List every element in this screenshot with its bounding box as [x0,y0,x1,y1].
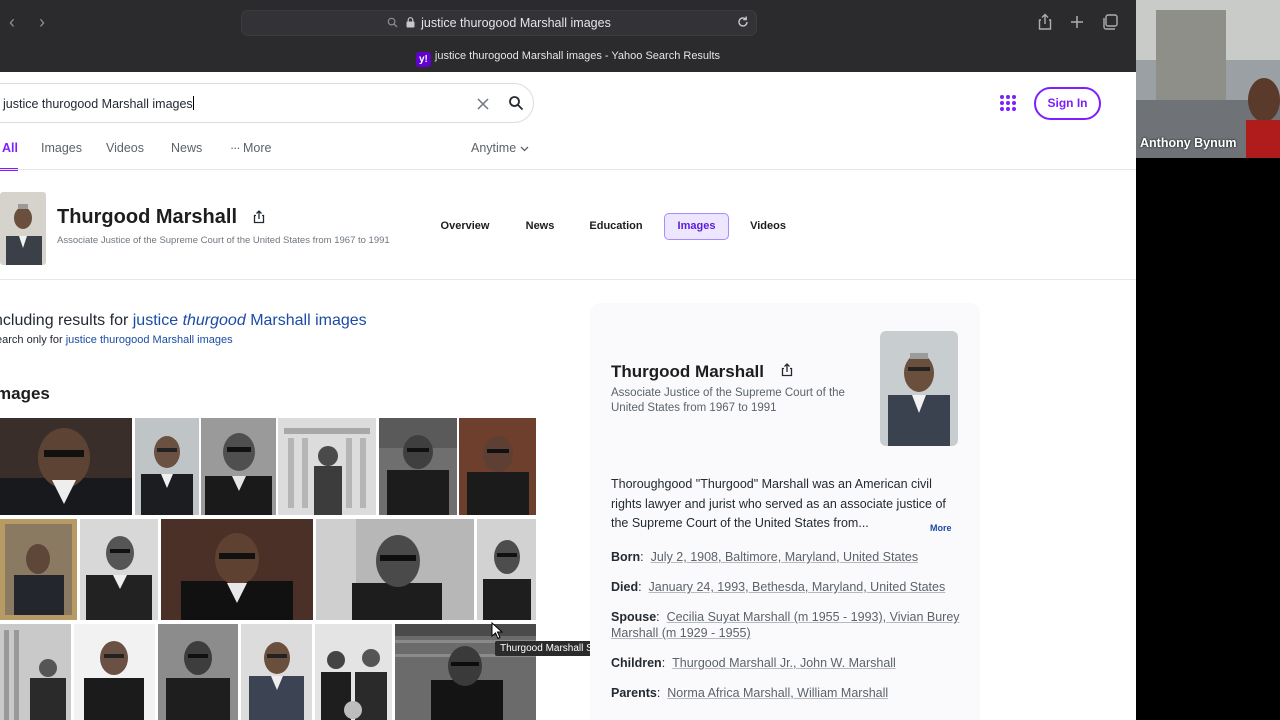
image-result[interactable] [316,519,474,620]
address-bar[interactable]: justice thurogood Marshall images [241,10,757,36]
spelling-correction: ncluding results for justice thurgood Ma… [0,312,367,330]
image-result[interactable] [0,519,77,620]
corrected-query-link[interactable]: justice thurgood Marshall images [133,312,367,329]
browser-toolbar: ‹ › justice thurogood Marshall images y!… [0,0,1136,72]
new-tab-icon[interactable] [1068,13,1086,31]
time-filter-label: Anytime [471,141,517,155]
image-result[interactable] [477,519,536,620]
image-result[interactable] [74,624,155,720]
mouse-cursor-icon [491,622,503,640]
more-dots-icon: ··· [230,141,240,155]
fact-label: Spouse [611,610,657,624]
image-result[interactable] [379,418,457,515]
fact-label: Parents [611,686,657,700]
participant-video [1136,0,1280,158]
image-result[interactable] [161,519,313,620]
search-icon [387,17,398,28]
search-input[interactable]: justice thurogood Marshall images [3,96,194,111]
reload-icon[interactable] [736,15,750,29]
fact-died: Died: January 24, 1993, Bethesda, Maryla… [611,580,946,594]
image-result[interactable] [315,624,392,720]
tab-more-label: More [242,141,272,155]
fact-label: Born [611,550,641,564]
image-result[interactable] [0,418,132,515]
tab-news[interactable]: News [171,141,202,155]
more-link[interactable]: More [930,523,952,533]
correction-prefix: ncluding results for [0,312,129,329]
tab-entity-news[interactable]: News [514,213,566,240]
fact-label: Died [611,580,639,594]
share-icon[interactable] [252,210,266,224]
tab-more[interactable]: ··· More [230,141,271,155]
original-query-link[interactable]: justice thurogood Marshall images [66,334,233,346]
divider [0,279,1136,280]
entity-thumbnail[interactable] [0,192,46,265]
text-caret [192,96,194,110]
search-query-text: justice thurogood Marshall images [3,97,193,111]
tab-entity-videos[interactable]: Videos [740,213,796,240]
panel-description: Thoroughgood "Thurgood" Marshall was an … [611,477,946,530]
tab-overview-icon[interactable] [1101,13,1119,31]
fact-spouse: Spouse: Cecilia Suyat Marshall (m 1955 -… [611,610,960,640]
image-result[interactable] [395,624,536,720]
share-icon[interactable] [780,363,794,377]
correction-word-corrected: thurgood [182,312,246,329]
tab-entity-images[interactable]: Images [664,213,729,240]
image-result[interactable] [278,418,376,515]
correction-word-b: Marshall images [250,312,367,329]
image-result[interactable] [241,624,312,720]
fact-value[interactable]: Thurgood Marshall Jr., John W. Marshall [672,656,896,670]
panel-subtitle: Associate Justice of the Supreme Court o… [611,387,845,414]
fact-born: Born: July 2, 1908, Baltimore, Maryland,… [611,550,919,564]
tab-overview[interactable]: Overview [430,213,500,240]
image-result[interactable] [158,624,238,720]
forward-icon[interactable]: › [32,12,52,32]
tab-title-text: justice thurogood Marshall images - Yaho… [434,50,721,62]
image-result[interactable] [0,624,71,720]
panel-title: Thurgood Marshall [611,362,764,381]
fact-value[interactable]: Cecilia Suyat Marshall (m 1955 - 1993), … [611,610,960,640]
image-result[interactable] [80,519,158,620]
participant-name: Anthony Bynum [1140,136,1237,150]
chevron-down-icon [520,146,529,152]
search-box[interactable]: justice thurogood Marshall images [0,83,534,123]
yahoo-favicon: y! [415,52,431,67]
correction-word-a: justice [132,312,179,329]
share-icon[interactable] [1036,13,1054,31]
apps-grid-icon[interactable] [1000,95,1016,111]
clear-icon[interactable] [475,96,491,112]
tab-all[interactable]: All [2,141,18,155]
back-icon[interactable]: ‹ [2,12,22,32]
image-result[interactable] [135,418,199,515]
search-icon[interactable] [508,95,524,111]
entity-title: Thurgood Marshall [57,206,237,228]
image-grid [0,418,536,720]
search-only-prefix: earch only for [0,334,63,346]
active-tab[interactable]: y! justice thurogood Marshall images - Ya… [0,50,1136,67]
search-only-for: earch only for justice thurogood Marshal… [0,334,233,346]
tab-education[interactable]: Education [580,213,652,240]
fact-value[interactable]: Norma Africa Marshall, William Marshall [667,686,888,700]
tab-images[interactable]: Images [41,141,82,155]
images-heading: mages [0,384,50,403]
fact-label: Children [611,656,662,670]
sign-in-button[interactable]: Sign In [1034,87,1101,120]
screen: ‹ › justice thurogood Marshall images y!… [0,0,1280,720]
search-results-page: justice thurogood Marshall images Sign I… [0,72,1136,720]
fact-parents: Parents: Norma Africa Marshall, William … [611,686,889,700]
image-result[interactable] [459,418,536,515]
time-filter-dropdown[interactable]: Anytime [471,141,529,155]
tab-videos[interactable]: Videos [106,141,144,155]
fact-value[interactable]: July 2, 1908, Baltimore, Maryland, Unite… [651,550,919,564]
address-text: justice thurogood Marshall images [421,16,611,30]
panel-portrait[interactable] [880,331,958,446]
fact-value[interactable]: January 24, 1993, Bethesda, Maryland, Un… [649,580,946,594]
video-call-panel: Anthony Bynum [1136,0,1280,720]
fact-children: Children: Thurgood Marshall Jr., John W.… [611,656,896,670]
divider [0,169,1136,170]
lock-icon [406,17,415,28]
image-result[interactable] [201,418,276,515]
entity-subtitle: Associate Justice of the Supreme Court o… [57,235,390,246]
